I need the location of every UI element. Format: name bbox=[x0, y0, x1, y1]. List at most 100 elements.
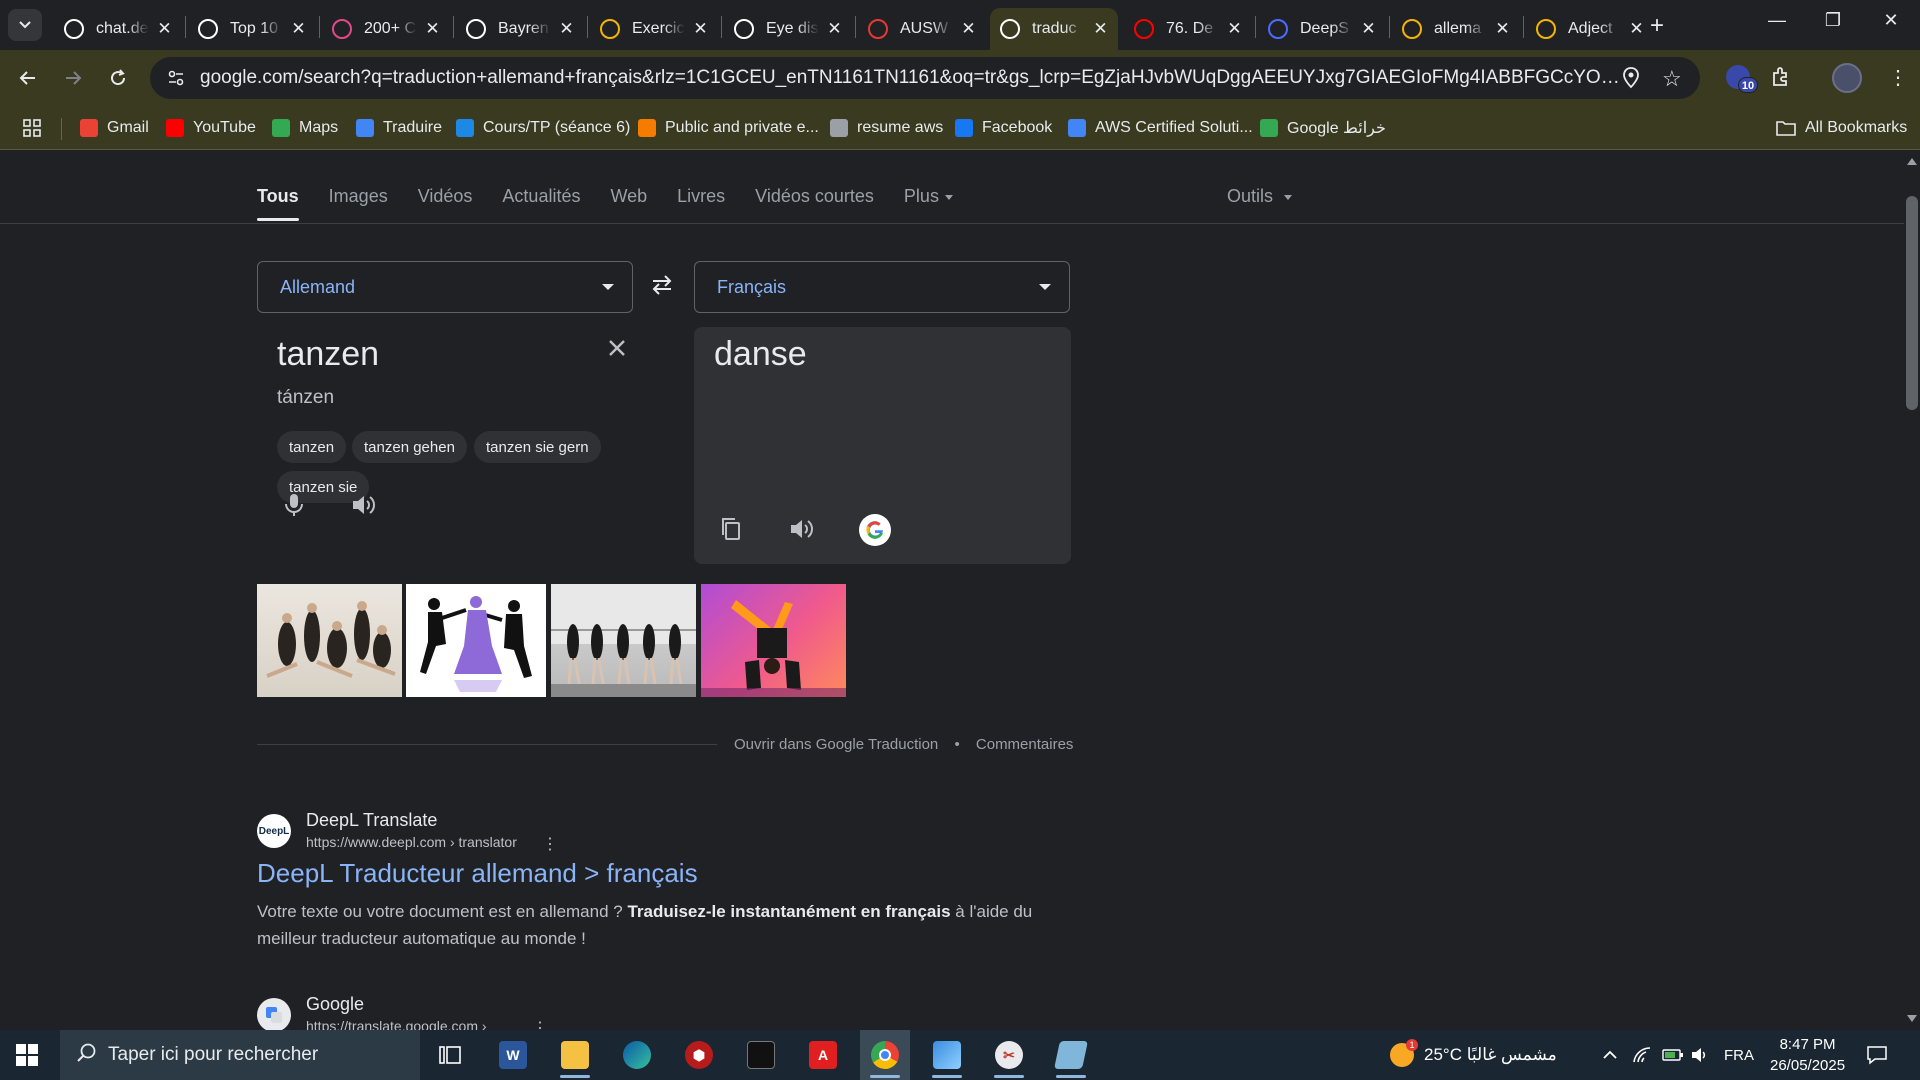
bookmark-star-icon[interactable]: ☆ bbox=[1662, 66, 1682, 92]
close-tab-icon[interactable]: ✕ bbox=[157, 19, 172, 39]
menu-kebab-icon[interactable]: ⋮ bbox=[1888, 65, 1908, 90]
taskbar-app-snip[interactable]: ✂ bbox=[984, 1030, 1034, 1080]
bookmark-item[interactable]: Cours/TP (séance 6) bbox=[456, 116, 630, 140]
google-translate-favicon-icon[interactable] bbox=[257, 998, 291, 1030]
scroll-thumb[interactable] bbox=[1906, 196, 1918, 410]
close-tab-icon[interactable]: ✕ bbox=[1629, 19, 1644, 39]
search-tab[interactable]: Vidéos bbox=[418, 186, 473, 221]
apps-grid-icon[interactable] bbox=[22, 118, 42, 143]
browser-tab[interactable]: Top 10 ✕ bbox=[188, 8, 316, 50]
search-tab[interactable]: Livres bbox=[677, 186, 725, 221]
browser-tab[interactable]: traduc ✕ bbox=[990, 8, 1118, 50]
forward-button[interactable] bbox=[59, 64, 87, 92]
search-tab[interactable]: Web bbox=[610, 186, 647, 221]
result-title-link[interactable]: DeepL Traducteur allemand > français bbox=[257, 858, 698, 889]
network-icon[interactable] bbox=[1632, 1030, 1652, 1080]
google-g-icon[interactable] bbox=[859, 514, 891, 546]
page-scrollbar[interactable] bbox=[1904, 150, 1920, 1030]
taskbar-app-edge[interactable] bbox=[612, 1030, 662, 1080]
close-tab-icon[interactable]: ✕ bbox=[961, 19, 976, 39]
input-language[interactable]: FRA bbox=[1724, 1030, 1754, 1080]
result-url[interactable]: https://translate.google.com › bbox=[306, 1018, 487, 1030]
back-button[interactable] bbox=[14, 64, 42, 92]
image-thumbnail[interactable] bbox=[551, 584, 696, 697]
extension-avatar[interactable]: 10 bbox=[1724, 61, 1758, 95]
all-bookmarks-button[interactable]: All Bookmarks bbox=[1776, 116, 1907, 140]
address-bar[interactable]: google.com/search?q=traduction+allemand+… bbox=[150, 57, 1700, 99]
search-tab[interactable]: Images bbox=[329, 186, 388, 221]
bookmark-item[interactable]: Public and private e... bbox=[638, 116, 819, 140]
taskbar-app-terminal[interactable] bbox=[736, 1030, 786, 1080]
close-tab-icon[interactable]: ✕ bbox=[1227, 19, 1242, 39]
image-thumbnail[interactable] bbox=[257, 584, 402, 697]
result-site-name[interactable]: DeepL Translate bbox=[306, 810, 437, 831]
source-language-select[interactable]: Allemand bbox=[257, 261, 633, 313]
browser-tab[interactable]: 76. De ✕ bbox=[1124, 8, 1252, 50]
minimize-icon[interactable]: — bbox=[1757, 10, 1797, 31]
image-thumbnail[interactable] bbox=[406, 584, 546, 697]
taskbar-search[interactable]: Taper ici pour rechercher bbox=[60, 1030, 420, 1080]
close-tab-icon[interactable]: ✕ bbox=[425, 19, 440, 39]
site-info-icon[interactable] bbox=[162, 64, 190, 92]
profile-avatar[interactable] bbox=[1832, 63, 1862, 93]
browser-tab[interactable]: allema ✕ bbox=[1392, 8, 1520, 50]
result-menu-icon[interactable]: ⋮ bbox=[532, 1018, 548, 1030]
scroll-up-icon[interactable] bbox=[1907, 158, 1917, 165]
battery-icon[interactable] bbox=[1662, 1030, 1684, 1080]
browser-tab[interactable]: Eye dis ✕ bbox=[724, 8, 852, 50]
browser-tab[interactable]: 200+ C ✕ bbox=[322, 8, 450, 50]
close-tab-icon[interactable]: ✕ bbox=[1093, 19, 1108, 39]
taskbar-app-red[interactable]: ⬢ bbox=[674, 1030, 724, 1080]
browser-tab[interactable]: Exercic ✕ bbox=[590, 8, 718, 50]
restore-icon[interactable]: ❐ bbox=[1813, 10, 1853, 31]
browser-tab[interactable]: AUSW ✕ bbox=[858, 8, 986, 50]
source-text[interactable]: tanzen bbox=[277, 335, 379, 374]
close-tab-icon[interactable]: ✕ bbox=[291, 19, 306, 39]
task-view-button[interactable] bbox=[425, 1030, 475, 1080]
taskbar-app-explorer[interactable] bbox=[550, 1030, 600, 1080]
notifications-icon[interactable] bbox=[1866, 1030, 1888, 1080]
suggestion-chip[interactable]: tanzen bbox=[277, 431, 347, 463]
search-tab[interactable]: Plus bbox=[904, 186, 953, 221]
suggestion-chip[interactable]: tanzen gehen bbox=[352, 431, 467, 463]
taskbar-app-chrome[interactable] bbox=[860, 1030, 910, 1080]
result-site-name[interactable]: Google bbox=[306, 994, 364, 1015]
result-url[interactable]: https://www.deepl.com › translator bbox=[306, 834, 517, 850]
taskbar-app-acrobat[interactable]: A bbox=[798, 1030, 848, 1080]
extensions-puzzle-icon[interactable] bbox=[1770, 65, 1792, 93]
browser-tab[interactable]: Adject ✕ bbox=[1526, 8, 1654, 50]
listen-source-button[interactable] bbox=[351, 493, 377, 523]
close-tab-icon[interactable]: ✕ bbox=[693, 19, 708, 39]
open-in-translate-link[interactable]: Ouvrir dans Google Traduction bbox=[734, 736, 938, 753]
weather-widget[interactable]: 1 25°C مشمس غالبًا bbox=[1390, 1030, 1557, 1080]
suggestion-chip[interactable]: tanzen sie gern bbox=[474, 431, 601, 463]
show-hidden-icons[interactable] bbox=[1602, 1030, 1618, 1080]
close-tab-icon[interactable]: ✕ bbox=[1495, 19, 1510, 39]
search-tab[interactable]: Vidéos courtes bbox=[755, 186, 874, 221]
tab-search-button[interactable] bbox=[8, 9, 42, 41]
bookmark-item[interactable]: Gmail bbox=[80, 116, 149, 140]
browser-tab[interactable]: chat.de ✕ bbox=[54, 8, 182, 50]
clear-text-button[interactable] bbox=[607, 333, 627, 365]
deepl-favicon-icon[interactable]: DeepL bbox=[257, 814, 291, 848]
result-menu-icon[interactable]: ⋮ bbox=[542, 834, 558, 854]
taskbar-app-notes[interactable] bbox=[1046, 1030, 1096, 1080]
listen-translation-button[interactable] bbox=[789, 517, 815, 547]
bookmark-item[interactable]: YouTube bbox=[166, 116, 256, 140]
bookmark-item[interactable]: Facebook bbox=[955, 116, 1052, 140]
search-tab[interactable]: Actualités bbox=[502, 186, 580, 221]
bookmark-item[interactable]: Traduire bbox=[356, 116, 442, 140]
taskbar-app-word[interactable]: W bbox=[488, 1030, 538, 1080]
swap-languages-button[interactable] bbox=[650, 274, 674, 302]
bookmark-item[interactable]: Google خرائط bbox=[1260, 116, 1386, 140]
tools-button[interactable]: Outils bbox=[1227, 186, 1293, 207]
scroll-down-icon[interactable] bbox=[1907, 1015, 1917, 1022]
new-tab-button[interactable]: + bbox=[1650, 12, 1664, 40]
close-window-icon[interactable]: ✕ bbox=[1871, 10, 1911, 31]
close-tab-icon[interactable]: ✕ bbox=[559, 19, 574, 39]
target-language-select[interactable]: Français bbox=[694, 261, 1070, 313]
browser-tab[interactable]: Bayren ✕ bbox=[456, 8, 584, 50]
location-icon[interactable] bbox=[1622, 67, 1640, 94]
system-clock[interactable]: 8:47 PM 26/05/2025 bbox=[1770, 1034, 1845, 1076]
bookmark-item[interactable]: Maps bbox=[272, 116, 338, 140]
